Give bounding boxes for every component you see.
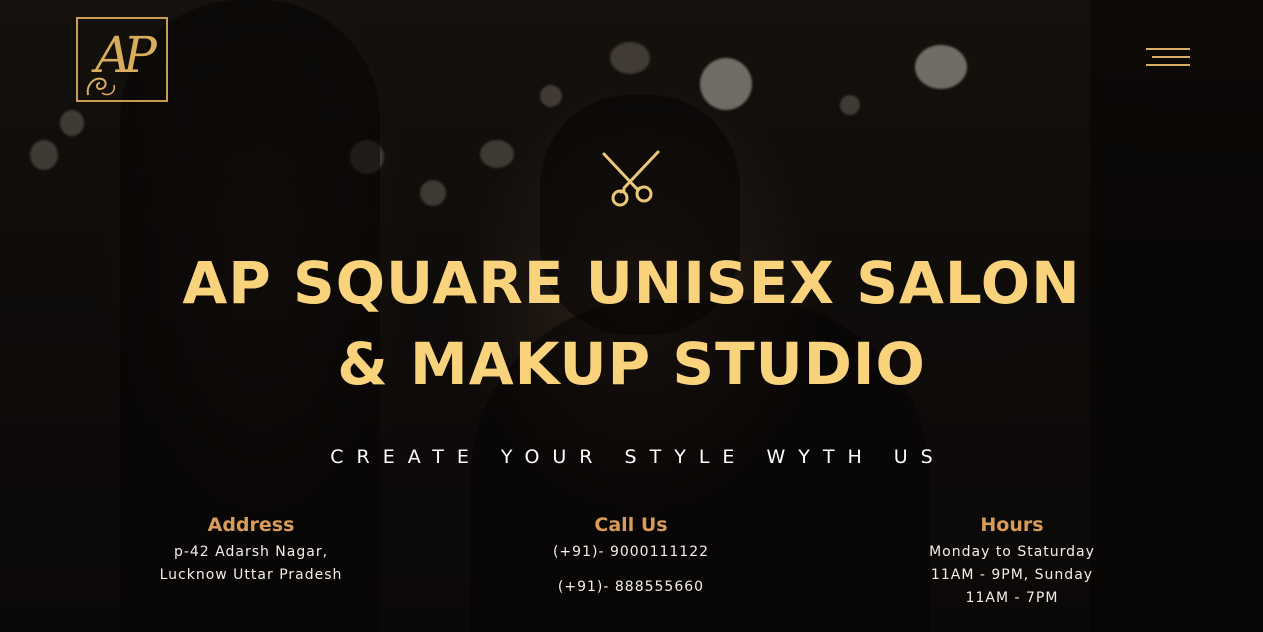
hours-line-1: Monday to Staturday <box>929 544 1095 560</box>
phone-link-2[interactable]: (+91)- 888555660 <box>471 576 791 599</box>
call-us-block: Call Us (+91)- 9000111122 (+91)- 8885556… <box>471 513 791 599</box>
title-line-2: & MAKUP STUDIO <box>337 330 926 398</box>
hero-section: AP AP SQUARE UNISEX SALON & MAKUP STUDIO… <box>0 0 1263 632</box>
address-block: Address p-42 Adarsh Nagar, Lucknow Uttar… <box>91 513 411 587</box>
page-title: AP SQUARE UNISEX SALON & MAKUP STUDIO <box>0 243 1263 405</box>
hours-line-2: 11AM - 9PM, Sunday <box>930 567 1094 583</box>
address-line-2: Lucknow Uttar Pradesh <box>159 567 343 583</box>
address-heading: Address <box>207 514 295 536</box>
address-line-1: p-42 Adarsh Nagar, <box>173 544 329 560</box>
ap-logo[interactable]: AP <box>76 17 168 102</box>
hours-heading: Hours <box>980 514 1044 536</box>
scissors-icon <box>602 150 660 207</box>
phone-link-1[interactable]: (+91)- 9000111122 <box>471 541 791 564</box>
hours-block: Hours Monday to Staturday 11AM - 9PM, Su… <box>852 513 1172 610</box>
title-line-1: AP SQUARE UNISEX SALON <box>182 249 1081 317</box>
tagline: CREATE YOUR STYLE WYTH US <box>330 446 946 468</box>
logo-face-flourish-icon <box>86 77 116 96</box>
call-us-heading: Call Us <box>594 514 668 536</box>
hamburger-menu-icon[interactable] <box>1146 48 1190 74</box>
hours-line-3: 11AM - 7PM <box>965 590 1059 606</box>
